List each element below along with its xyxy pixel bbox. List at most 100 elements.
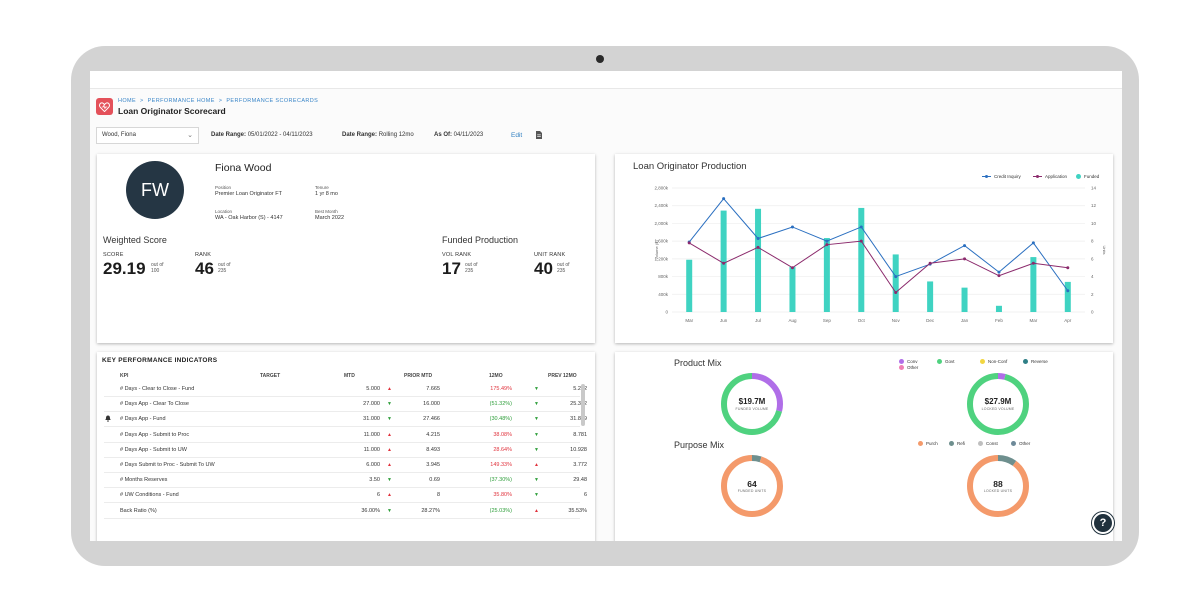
bar-funded	[686, 259, 693, 312]
donut-value: 64	[747, 479, 757, 489]
kpi-header-12mo[interactable]: 12MO	[489, 373, 503, 379]
rank-out-of: out of 235	[218, 262, 231, 274]
y-left-tick-label: 2,000k	[654, 221, 668, 226]
table-row[interactable]: # Days Submit to Proc - Submit To UW 6.00…	[104, 458, 587, 473]
kpi-header-mtd[interactable]: MTD	[344, 373, 355, 379]
x-tick-label: Nov	[892, 318, 901, 323]
bar-funded	[1030, 257, 1037, 312]
series-point	[1066, 289, 1070, 293]
kpi-prev-12mo-cell: 17.29%	[160, 508, 595, 514]
kpi-header-kpi[interactable]: KPI	[120, 373, 128, 379]
series-point	[894, 275, 898, 279]
app-logo-heart-icon[interactable]	[96, 98, 113, 115]
series-point	[859, 225, 863, 229]
page-title: Loan Originator Scorecard	[118, 106, 226, 116]
chart-title: Loan Originator Production	[633, 161, 747, 172]
donut-value: $19.7M	[738, 397, 766, 406]
legend-credit-inquiry[interactable]: Credit Inquiry	[982, 174, 1021, 179]
export-file-icon[interactable]	[536, 131, 542, 139]
y-left-tick-label: 2,800k	[654, 186, 668, 191]
series-point	[790, 225, 794, 229]
table-row[interactable]: Back Ratio (%) 36.00% 28.27% ▼ (25.03%) 35.53…	[104, 504, 587, 519]
x-tick-label: Jun	[720, 318, 728, 323]
kpi-prev-12mo-cell: (2.89%)	[160, 386, 595, 392]
table-row[interactable]: # Months Reserves 3.50 0.69 ▼ (37.30%) 29.48 ▼…	[104, 473, 587, 489]
bar-funded	[858, 207, 865, 312]
series-point	[997, 270, 1001, 274]
unit-rank-value: 40	[534, 259, 553, 278]
series-point	[928, 261, 932, 265]
mix-card: Product Mix Purpose Mix Conv Govt Non-Conf…	[615, 352, 1113, 541]
breadcrumb-performance-scorecards[interactable]: PERFORMANCE SCORECARDS	[226, 98, 318, 104]
breadcrumb-performance-home[interactable]: PERFORMANCE HOME	[148, 98, 215, 104]
unit-rank-label: UNIT RANK	[534, 252, 566, 258]
breadcrumb-separator: >	[218, 98, 223, 104]
series-point	[963, 257, 967, 261]
score-label: SCORE	[103, 252, 124, 258]
legend-line-marker	[1033, 174, 1042, 178]
help-button[interactable]: ?	[1092, 512, 1114, 534]
originator-select[interactable]: Wood, Fiona ⌄	[96, 127, 199, 144]
date-range-value: 05/01/2022 - 04/11/2023	[247, 132, 313, 138]
bar-funded	[961, 287, 968, 312]
series-line-application	[688, 240, 1068, 294]
series-point	[756, 236, 760, 240]
top-bar	[90, 71, 1122, 89]
kpi-prev-12mo-cell: (5.21%)	[160, 447, 595, 453]
as-of-filter: As Of: 04/11/2023	[434, 132, 483, 138]
x-tick-label: Oct	[858, 318, 866, 323]
originator-select-value: Wood, Fiona	[102, 132, 136, 138]
chevron-down-icon: ⌄	[187, 132, 193, 139]
score-total: 100	[151, 268, 160, 274]
table-row[interactable]: # Days - Clear to Close - Fund 5.000 7.665…	[104, 382, 587, 397]
breadcrumb-home[interactable]: HOME	[118, 98, 136, 104]
legend-application-label: Application	[1045, 174, 1068, 179]
legend-dot-marker	[1076, 174, 1081, 179]
table-row[interactable]: # Days App - Submit to Proc 11.000 4.215 ▲ 3…	[104, 428, 587, 443]
position-value: Premier Loan Originator FT	[215, 191, 282, 197]
vol-rank-out-of: out of 235	[465, 262, 478, 274]
series-point	[825, 239, 829, 243]
series-point	[859, 239, 863, 243]
kpi-header-target[interactable]: TARGET	[260, 373, 280, 379]
y-right-tick-label: 10	[1091, 221, 1097, 226]
legend-funded-label: Funded	[1084, 174, 1100, 179]
location-value: WA - Oak Harbor (S) - 4147	[215, 215, 283, 221]
breadcrumb-separator: >	[140, 98, 144, 104]
y-left-axis-label: Volume ($)	[654, 240, 659, 260]
y-right-axis-label: Units	[1102, 245, 1107, 254]
y-right-tick-label: 14	[1091, 186, 1097, 191]
series-point	[722, 197, 726, 201]
date-range-label: Date Range:	[211, 132, 247, 138]
kpi-header-prev-12mo[interactable]: PREV 12MO	[548, 373, 577, 379]
profile-card: FW Fiona Wood Position Premier Loan Orig…	[97, 154, 595, 343]
table-row[interactable]: # Days App - Clear To Close 27.000 16.000 ▼…	[104, 397, 587, 413]
legend-funded[interactable]: Funded	[1076, 174, 1099, 179]
kpi-scrollbar[interactable]	[581, 384, 585, 426]
rolling-range-label: Date Range:	[342, 132, 378, 138]
series-line-credit-inquiry	[688, 197, 1069, 292]
table-row[interactable]: # Days App - Submit to UW 11.000 8.493 ▲ 28.…	[104, 443, 587, 458]
kpi-header-prior-mtd[interactable]: PRIOR MTD	[404, 373, 432, 379]
rank-total: 235	[218, 268, 227, 274]
rank-label: RANK	[195, 252, 212, 258]
legend-application[interactable]: Application	[1033, 174, 1067, 179]
y-left-tick-label: 400k	[658, 292, 669, 297]
kpi-prev-12mo-cell: (14.97%)	[160, 432, 595, 438]
donut-value: 88	[993, 479, 1003, 489]
x-tick-label: Apr	[1064, 318, 1072, 323]
x-tick-label: Dec	[926, 318, 935, 323]
score-value: 29.19	[103, 259, 146, 278]
tenure-value: 1 yr 8 mo	[315, 191, 338, 197]
edit-link[interactable]: Edit	[511, 132, 522, 139]
series-point	[1066, 266, 1070, 270]
series-point	[894, 291, 898, 295]
series-point	[825, 243, 829, 247]
legend-credit-inquiry-label: Credit Inquiry	[994, 174, 1021, 179]
bar-funded	[995, 305, 1002, 312]
series-point	[790, 266, 794, 270]
y-right-tick-label: 4	[1091, 274, 1094, 279]
production-chart-card: Loan Originator Production Credit Inquir…	[615, 154, 1113, 343]
table-row[interactable]: # Days App - Fund 31.000 27.466 ▼ (30.48%) 31…	[104, 412, 587, 428]
table-row[interactable]: # UW Conditions - Fund68▲35.80%6▼(0.33%)	[104, 488, 587, 504]
